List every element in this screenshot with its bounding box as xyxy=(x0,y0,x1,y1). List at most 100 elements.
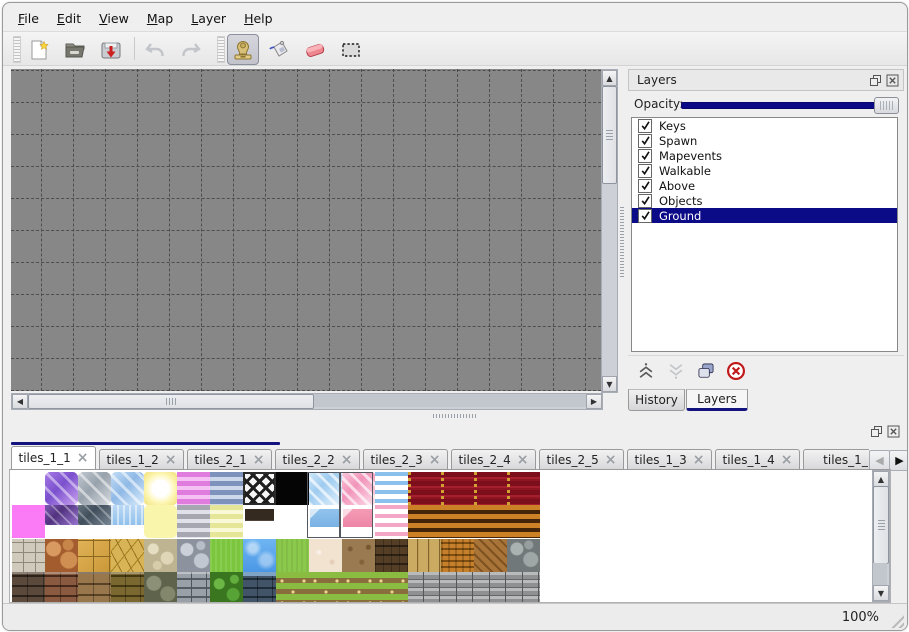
close-tab-icon[interactable]: × xyxy=(605,453,617,467)
tileset-tab-tiles_2_5[interactable]: tiles_2_5× xyxy=(539,449,624,470)
layer-visibility-checkbox[interactable] xyxy=(638,119,652,133)
float-panel-icon[interactable] xyxy=(869,74,882,87)
close-panel-icon[interactable] xyxy=(887,423,900,436)
scroll-down-button[interactable]: ▼ xyxy=(873,585,889,601)
close-tab-icon[interactable]: × xyxy=(429,453,441,467)
layer-visibility-checkbox[interactable] xyxy=(638,164,652,178)
tile-tile-yellow[interactable] xyxy=(78,539,111,572)
tile-grass-rows[interactable] xyxy=(309,572,342,603)
tile-hedge[interactable] xyxy=(210,572,243,603)
tileset-tab-tiles_1_2[interactable]: tiles_1_2× xyxy=(99,449,184,470)
tile-stripes-orange[interactable] xyxy=(507,505,540,538)
resize-grip[interactable] xyxy=(887,611,904,628)
close-panel-icon[interactable] xyxy=(886,74,899,87)
scroll-up-button[interactable]: ▲ xyxy=(873,471,889,487)
tile-stripes-orange[interactable] xyxy=(408,505,441,538)
tileset-tab-tiles_1_1[interactable]: tiles_1_1× xyxy=(11,446,96,470)
tile-stone-blocks[interactable] xyxy=(12,539,45,572)
menu-map[interactable]: Map xyxy=(138,9,182,28)
layer-visibility-checkbox[interactable] xyxy=(638,209,652,223)
layer-list[interactable]: KeysSpawnMapeventsWalkableAboveObjectsGr… xyxy=(631,117,898,352)
tile-empty[interactable] xyxy=(12,472,45,505)
layers-panel-titlebar[interactable]: Layers xyxy=(628,69,904,91)
tile-cobble-gray[interactable] xyxy=(177,539,210,572)
tile-pale-yellow[interactable] xyxy=(144,505,177,538)
layer-row-mapevents[interactable]: Mapevents xyxy=(632,148,897,163)
vertical-splitter[interactable] xyxy=(616,69,628,391)
tileset-tabs-scroll-left-icon[interactable]: ◀ xyxy=(869,450,890,471)
menu-help[interactable]: Help xyxy=(235,9,282,28)
tile-sand-pale[interactable] xyxy=(309,539,342,572)
tile-herringbone[interactable] xyxy=(474,539,507,572)
tile-stone-yellow[interactable] xyxy=(111,539,144,572)
layer-row-walkable[interactable]: Walkable xyxy=(632,163,897,178)
tileset-tab-tiles_1_4[interactable]: tiles_1_4× xyxy=(715,449,800,470)
canvas-hscrollbar[interactable]: ◀ ▶ xyxy=(11,393,603,410)
scroll-down-button[interactable]: ▼ xyxy=(602,376,617,392)
open-map-button[interactable] xyxy=(59,34,91,65)
tile-brick-tan[interactable] xyxy=(78,572,111,603)
tile-crystal-blue[interactable] xyxy=(111,472,144,505)
menu-view[interactable]: View xyxy=(90,9,138,28)
tileset-tab-tiles_2_2[interactable]: tiles_2_2× xyxy=(275,449,360,470)
tile-brick-olive[interactable] xyxy=(111,572,144,603)
tile-stripes-orange[interactable] xyxy=(474,505,507,538)
layer-visibility-checkbox[interactable] xyxy=(638,134,652,148)
tile-stripes-orange[interactable] xyxy=(441,505,474,538)
opacity-slider-handle[interactable] xyxy=(874,97,899,114)
tile-ribbon-pink[interactable] xyxy=(375,505,408,538)
tile-grass-rows[interactable] xyxy=(342,572,375,603)
vscrollbar-thumb[interactable] xyxy=(873,486,889,564)
scroll-up-button[interactable]: ▲ xyxy=(602,70,617,86)
tile-brick-red[interactable] xyxy=(45,572,78,603)
layer-visibility-checkbox[interactable] xyxy=(638,179,652,193)
close-tab-icon[interactable]: × xyxy=(693,453,705,467)
tile-stripes-bluegray[interactable] xyxy=(210,472,243,505)
tile-grass-rows[interactable] xyxy=(276,572,309,603)
toolbar-handle[interactable] xyxy=(13,36,21,63)
tile-shingles-dark[interactable] xyxy=(375,539,408,572)
delete-layer-button[interactable] xyxy=(724,359,748,383)
tile-crystal-purple[interactable] xyxy=(45,472,78,505)
tileset-view[interactable]: ▲ ▼ xyxy=(9,469,891,603)
duplicate-layer-button[interactable] xyxy=(694,359,718,383)
redo-button[interactable] xyxy=(175,34,207,65)
tile-water[interactable] xyxy=(243,539,276,572)
tile-curtain-red[interactable] xyxy=(474,472,507,505)
vscrollbar-thumb[interactable] xyxy=(602,86,617,184)
tile-magenta[interactable] xyxy=(12,505,45,538)
tile-rocks-gray[interactable] xyxy=(507,539,540,572)
scroll-left-button[interactable]: ◀ xyxy=(12,394,28,409)
layer-visibility-checkbox[interactable] xyxy=(638,194,652,208)
fill-tool-button[interactable] xyxy=(263,34,295,65)
tile-brick-blue[interactable] xyxy=(243,572,276,603)
tile-basket-weave[interactable] xyxy=(441,539,474,572)
hscrollbar-track[interactable] xyxy=(314,394,586,407)
tileset-tab-tiles_2_3[interactable]: tiles_2_3× xyxy=(363,449,448,470)
save-map-button[interactable] xyxy=(95,34,127,65)
close-tab-icon[interactable]: × xyxy=(77,451,89,465)
map-canvas[interactable] xyxy=(11,69,601,391)
tile-brick-gray[interactable] xyxy=(177,572,210,603)
tile-cobble-orange[interactable] xyxy=(45,539,78,572)
tile-planks-gray[interactable] xyxy=(441,572,474,603)
raise-layer-button[interactable] xyxy=(634,359,658,383)
tile-dirt-brown[interactable] xyxy=(342,539,375,572)
hscrollbar-thumb[interactable] xyxy=(28,394,314,409)
tile-shimmer-blue-sm[interactable] xyxy=(111,505,144,538)
scroll-right-button[interactable]: ▶ xyxy=(586,394,602,409)
close-tab-icon[interactable]: × xyxy=(341,453,353,467)
layer-row-keys[interactable]: Keys xyxy=(632,118,897,133)
menu-edit[interactable]: Edit xyxy=(48,9,90,28)
tileset-tab-tiles_2_4[interactable]: tiles_2_4× xyxy=(451,449,536,470)
tile-planks-gray[interactable] xyxy=(507,572,540,603)
tileset-tabs-scroll-right-icon[interactable]: ▶ xyxy=(889,450,908,471)
layer-visibility-checkbox[interactable] xyxy=(638,149,652,163)
tile-black[interactable] xyxy=(276,472,309,505)
tab-layers[interactable]: Layers xyxy=(686,389,748,411)
tile-grass-rows[interactable] xyxy=(375,572,408,603)
tile-planks-gray[interactable] xyxy=(474,572,507,603)
tab-history[interactable]: History xyxy=(628,389,685,411)
tile-grass-bright[interactable] xyxy=(210,539,243,572)
stamp-tool-button[interactable] xyxy=(227,34,259,65)
